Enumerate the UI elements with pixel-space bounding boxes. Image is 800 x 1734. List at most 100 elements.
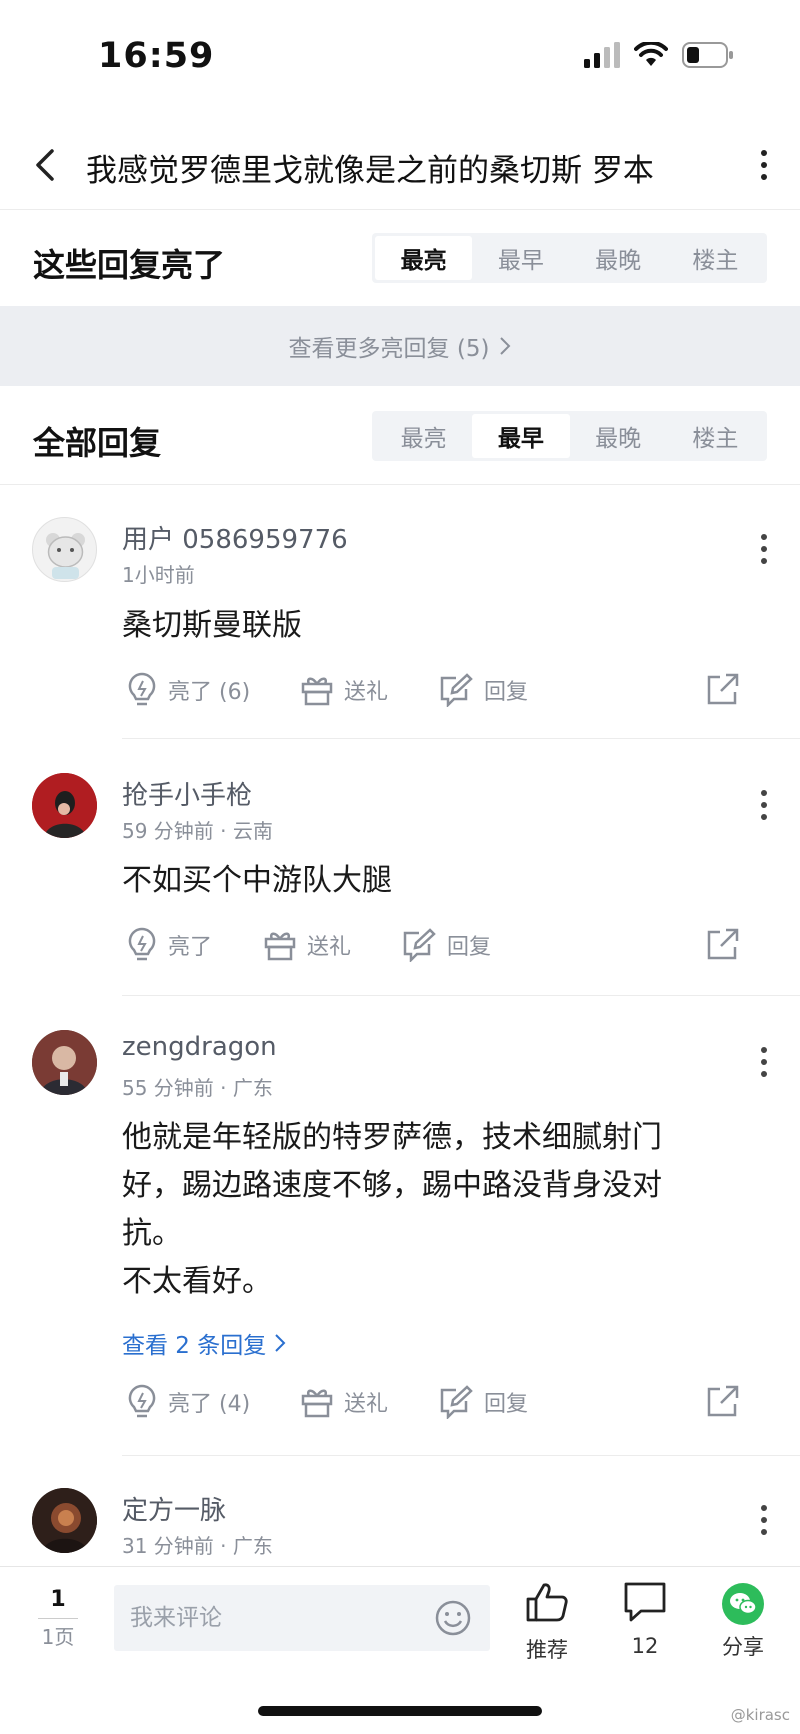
- gift-icon: [301, 677, 333, 706]
- page-title: 我感觉罗德里戈就像是之前的桑切斯 罗本: [86, 153, 654, 189]
- gift-label: 送礼: [307, 935, 352, 960]
- reply-label: 回复: [484, 680, 529, 705]
- like-button[interactable]: 亮了 (6): [126, 668, 250, 712]
- more-vertical-icon[interactable]: [754, 145, 774, 185]
- more-hot-replies-button[interactable]: 查看更多亮回复 (5): [0, 306, 800, 386]
- tab-hot-latest[interactable]: 最晚: [570, 236, 667, 280]
- more-vertical-icon[interactable]: [758, 1503, 770, 1537]
- tab-hot-brightest[interactable]: 最亮: [375, 236, 473, 280]
- recommend-label: 推荐: [526, 1638, 568, 1662]
- like-label: 亮了 (4): [168, 1392, 251, 1417]
- page-current: 1: [50, 1587, 66, 1612]
- user-photo-icon: [32, 1030, 97, 1095]
- default-avatar-icon: [46, 533, 85, 579]
- like-button[interactable]: 亮了: [126, 923, 212, 967]
- more-vertical-icon[interactable]: [758, 532, 770, 566]
- thumbs-up-icon: [526, 1583, 568, 1622]
- more-hot-replies-label: 查看更多亮回复 (5): [288, 336, 490, 362]
- view-replies-link[interactable]: 查看 2 条回复: [122, 1326, 286, 1360]
- page-indicator[interactable]: 1 1页: [38, 1587, 78, 1650]
- comments-button[interactable]: 12: [610, 1581, 680, 1658]
- share-out-icon[interactable]: [706, 672, 740, 706]
- all-replies-title: 全部回复: [33, 424, 162, 462]
- comment-text: 他就是年轻版的特罗萨德，技术细腻射门 好，踢边路速度不够，踢中路没背身没对 抗。…: [122, 1114, 722, 1306]
- comment-username[interactable]: zengdragon: [122, 1032, 277, 1062]
- share-label: 分享: [722, 1635, 764, 1659]
- wifi-icon: [634, 42, 668, 66]
- comment-text-line: 他就是年轻版的特罗萨德，技术细腻射门: [122, 1120, 662, 1155]
- reply-edit-icon: [440, 1385, 473, 1419]
- reply-label: 回复: [484, 1392, 529, 1417]
- hot-sort-tabs: 最亮 最早 最晚 楼主: [372, 233, 767, 283]
- reply-edit-icon: [403, 928, 436, 962]
- comment-item: 用户 0586959776 1小时前 桑切斯曼联版 亮了 (6) 送礼 回复: [0, 485, 800, 739]
- gift-icon: [264, 932, 296, 961]
- comment-item: 抢手小手枪 59 分钟前 · 云南 不如买个中游队大腿 亮了 送礼 回复: [0, 739, 800, 996]
- more-vertical-icon[interactable]: [758, 1045, 770, 1079]
- comment-username[interactable]: 定方一脉: [122, 1490, 226, 1527]
- emoji-icon[interactable]: [434, 1599, 472, 1637]
- comment-text-line: 不太看好。: [122, 1264, 272, 1299]
- comment-input[interactable]: [114, 1585, 414, 1651]
- reply-edit-icon: [440, 673, 473, 707]
- lightbulb-icon: [128, 927, 156, 961]
- comment-meta: 31 分钟前 · 广东: [122, 1534, 273, 1558]
- gift-button[interactable]: 送礼: [300, 668, 388, 712]
- reply-label: 回复: [447, 935, 492, 960]
- watermark: @kirasc: [730, 1706, 790, 1724]
- chevron-right-icon: [500, 337, 511, 355]
- avatar[interactable]: [32, 517, 97, 582]
- tab-all-brightest[interactable]: 最亮: [375, 414, 472, 458]
- reply-button[interactable]: 回复: [438, 1380, 528, 1424]
- gift-button[interactable]: 送礼: [263, 923, 351, 967]
- comment-text: 桑切斯曼联版: [122, 608, 302, 643]
- back-arrow-icon[interactable]: [26, 143, 66, 187]
- like-label: 亮了 (6): [168, 680, 251, 705]
- cellular-signal-icon: [584, 42, 620, 68]
- status-time: 16:59: [98, 36, 215, 76]
- all-replies-header: 全部回复 最亮 最早 最晚 楼主: [0, 388, 800, 484]
- like-button[interactable]: 亮了 (4): [126, 1380, 250, 1424]
- home-indicator: [258, 1706, 542, 1716]
- hot-replies-title: 这些回复亮了: [33, 246, 226, 284]
- avatar[interactable]: [32, 1488, 97, 1553]
- reply-button[interactable]: 回复: [401, 923, 491, 967]
- tab-all-op[interactable]: 楼主: [667, 414, 764, 458]
- comment-item: zengdragon 55 分钟前 · 广东 他就是年轻版的特罗萨德，技术细腻射…: [0, 996, 800, 1456]
- status-icons: [584, 42, 734, 68]
- chevron-right-icon: [275, 1334, 286, 1352]
- comment-input-box[interactable]: [114, 1585, 490, 1651]
- gift-icon: [301, 1389, 333, 1418]
- user-photo-icon: [32, 773, 97, 838]
- comment-actions: 亮了 (6) 送礼 回复: [122, 668, 772, 712]
- comment-actions: 亮了 送礼 回复: [122, 923, 772, 967]
- wechat-icon: [722, 1583, 764, 1625]
- tab-hot-op[interactable]: 楼主: [667, 236, 764, 280]
- page-total-label: 1页: [38, 1618, 78, 1650]
- gift-label: 送礼: [344, 680, 389, 705]
- nav-bar: 我感觉罗德里戈就像是之前的桑切斯 罗本: [0, 125, 800, 209]
- tab-all-earliest[interactable]: 最早: [472, 414, 570, 458]
- share-out-icon[interactable]: [706, 927, 740, 961]
- reply-button[interactable]: 回复: [438, 668, 528, 712]
- tab-all-latest[interactable]: 最晚: [570, 414, 667, 458]
- share-button[interactable]: 分享: [708, 1581, 778, 1661]
- more-vertical-icon[interactable]: [758, 788, 770, 822]
- comment-username[interactable]: 抢手小手枪: [122, 775, 252, 812]
- all-sort-tabs: 最亮 最早 最晚 楼主: [372, 411, 767, 461]
- comment-meta: 55 分钟前 · 广东: [122, 1076, 273, 1100]
- comment-username[interactable]: 用户 0586959776: [122, 519, 348, 556]
- share-out-icon[interactable]: [706, 1384, 740, 1418]
- like-label: 亮了: [168, 935, 213, 960]
- avatar[interactable]: [32, 773, 97, 838]
- comment-bubble-icon: [624, 1582, 666, 1622]
- comment-meta: 1小时前: [122, 563, 195, 587]
- hot-replies-header: 这些回复亮了 最亮 最早 最晚 楼主: [0, 210, 800, 306]
- tab-hot-earliest[interactable]: 最早: [472, 236, 569, 280]
- comment-text: 不如买个中游队大腿: [122, 863, 392, 898]
- avatar[interactable]: [32, 1030, 97, 1095]
- gift-label: 送礼: [344, 1392, 389, 1417]
- recommend-button[interactable]: 推荐: [512, 1581, 582, 1664]
- gift-button[interactable]: 送礼: [300, 1380, 388, 1424]
- status-bar: 16:59: [0, 0, 800, 110]
